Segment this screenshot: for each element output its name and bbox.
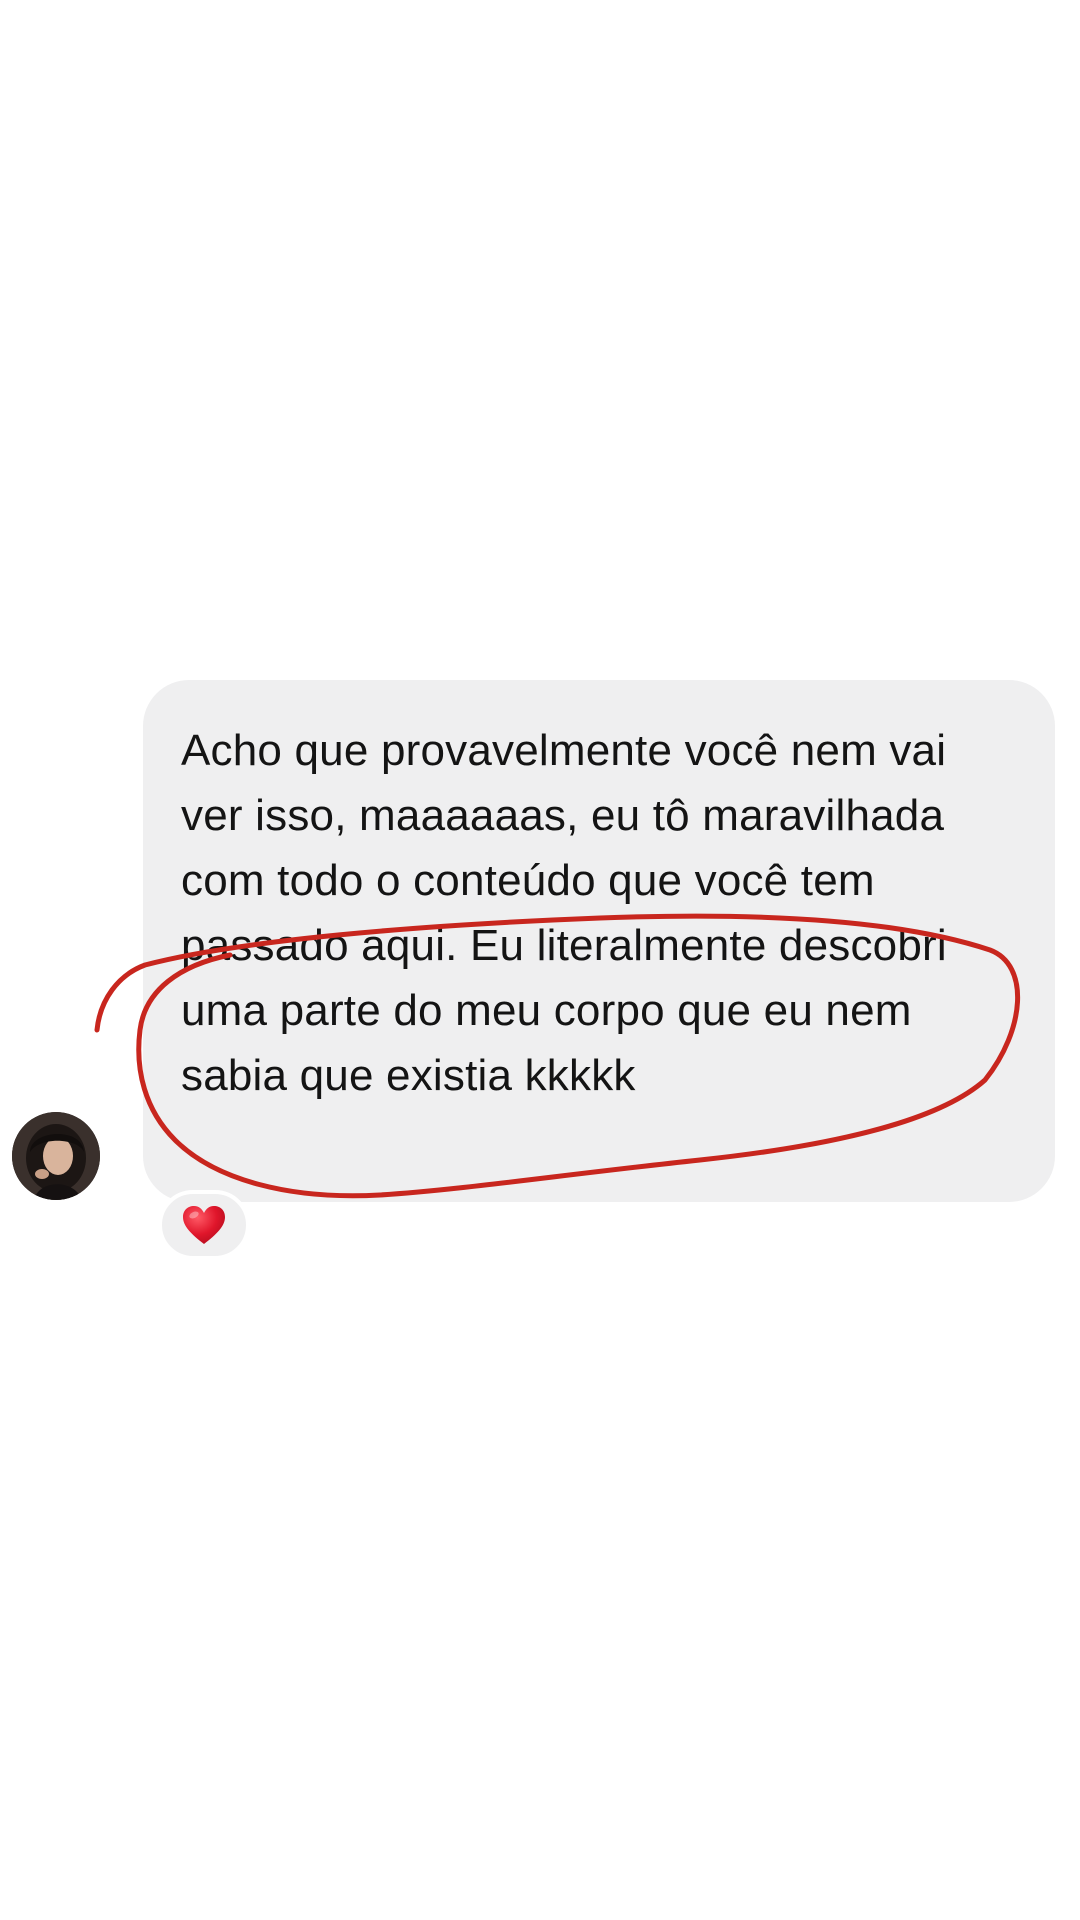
heart-icon [183,1206,225,1244]
message-text: Acho que provavelmente você nem vai ver … [181,726,947,1100]
sender-avatar[interactable] [12,1112,100,1200]
avatar-photo-icon [12,1112,100,1200]
message-bubble[interactable]: Acho que provavelmente você nem vai ver … [143,680,1055,1202]
reaction-badge[interactable] [158,1190,250,1260]
message-thread: Acho que provavelmente você nem vai ver … [0,0,1080,1920]
